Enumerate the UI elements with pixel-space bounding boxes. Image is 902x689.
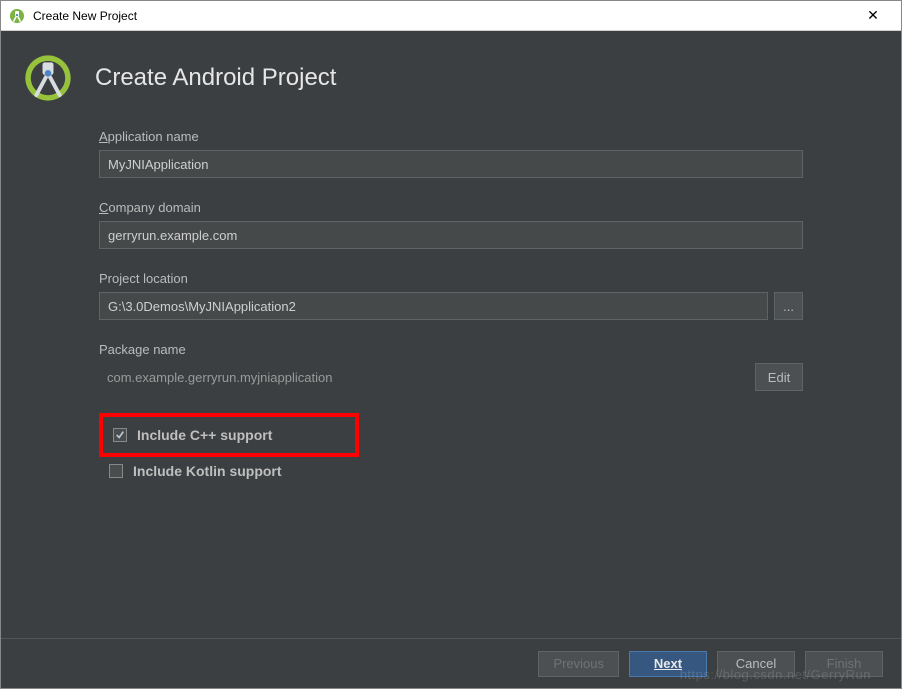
- field-package-name: Package name Edit: [99, 342, 803, 391]
- label-company-domain: Company domain: [99, 200, 803, 215]
- window-title: Create New Project: [33, 9, 853, 23]
- checkbox-kotlin[interactable]: [109, 464, 123, 478]
- label-package-name: Package name: [99, 342, 803, 357]
- android-studio-icon: [9, 8, 25, 24]
- project-location-input[interactable]: [99, 292, 768, 320]
- footer: Previous Next Cancel Finish: [1, 638, 901, 688]
- edit-package-button[interactable]: Edit: [755, 363, 803, 391]
- android-studio-logo-icon: [23, 53, 73, 103]
- form: Application name Company domain Project …: [1, 129, 901, 483]
- checkbox-cpp-row[interactable]: Include C++ support: [107, 423, 351, 447]
- field-project-location: Project location ...: [99, 271, 803, 320]
- label-application-name: Application name: [99, 129, 803, 144]
- dialog-window: Create New Project ✕ Create Android Proj…: [0, 0, 902, 689]
- titlebar: Create New Project ✕: [1, 1, 901, 31]
- checkbox-cpp-label: Include C++ support: [137, 427, 272, 443]
- dialog-header: Create Android Project: [1, 31, 901, 129]
- field-application-name: Application name: [99, 129, 803, 178]
- browse-button[interactable]: ...: [774, 292, 803, 320]
- finish-button: Finish: [805, 651, 883, 677]
- checkbox-cpp[interactable]: [113, 428, 127, 442]
- highlight-annotation: Include C++ support: [99, 413, 359, 457]
- checkbox-kotlin-row[interactable]: Include Kotlin support: [99, 459, 803, 483]
- page-title: Create Android Project: [95, 64, 336, 92]
- application-name-input[interactable]: [99, 150, 803, 178]
- cancel-button[interactable]: Cancel: [717, 651, 795, 677]
- dialog-body: Create Android Project Application name …: [1, 31, 901, 688]
- next-button[interactable]: Next: [629, 651, 707, 677]
- field-company-domain: Company domain: [99, 200, 803, 249]
- label-project-location: Project location: [99, 271, 803, 286]
- checkbox-kotlin-label: Include Kotlin support: [133, 463, 282, 479]
- close-icon[interactable]: ✕: [853, 7, 893, 24]
- previous-button: Previous: [538, 651, 619, 677]
- company-domain-input[interactable]: [99, 221, 803, 249]
- package-name-value: [99, 363, 749, 391]
